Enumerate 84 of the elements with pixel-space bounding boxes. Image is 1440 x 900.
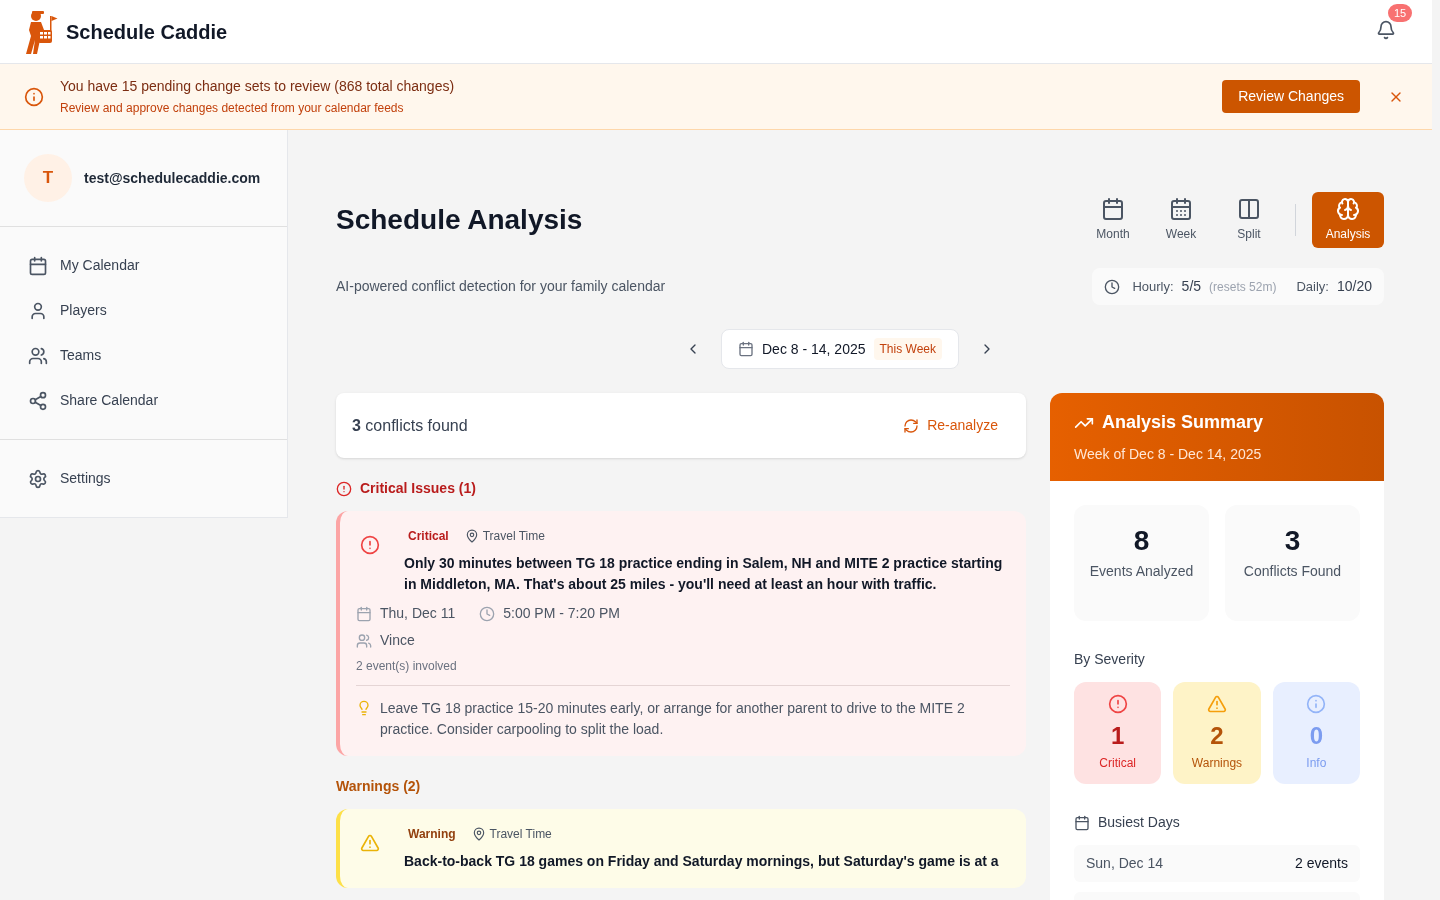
warning-icon (1207, 694, 1227, 714)
severity-icon (360, 535, 380, 555)
severity-name: Info (1306, 755, 1327, 772)
severity-heading: By Severity (1074, 650, 1146, 669)
severity-count: 2 (1210, 721, 1224, 751)
refresh-icon (903, 417, 920, 434)
info-icon (24, 86, 44, 107)
severity-label: Critical (408, 528, 449, 545)
conflict-type: Travel Time (489, 826, 552, 843)
severity-name: Critical (1099, 755, 1136, 772)
week-picker[interactable]: Dec 8 - 14, 2025 This Week (721, 329, 959, 369)
severity-icon (360, 833, 380, 853)
user-email: test@schedulecaddie.com (84, 168, 261, 188)
events-involved: 2 event(s) involved (356, 658, 458, 675)
conflict-message: Back-to-back TG 18 games on Friday and Saturday mornings, but Saturday's game is at a (404, 852, 999, 871)
week-range: Dec 8 - 14, 2025 (762, 339, 866, 359)
calendar-icon (1074, 814, 1090, 831)
day-name: Sun, Dec 14 (1086, 854, 1164, 873)
summary-title: Analysis Summary (1102, 411, 1264, 434)
sidebar-item[interactable]: Settings (28, 456, 259, 501)
hourly-label: Hourly: (1132, 277, 1174, 296)
critical-icon (1107, 694, 1128, 714)
stat-value: 8 (1133, 525, 1150, 557)
info-icon (1306, 694, 1327, 714)
split-icon (1237, 197, 1261, 221)
group-heading: Warnings (2) (336, 777, 421, 796)
bell-icon (1376, 20, 1396, 40)
view-tab[interactable]: Week (1151, 192, 1211, 248)
stat-label: Events Analyzed (1089, 562, 1194, 581)
calendar-icon (738, 341, 754, 357)
view-tab[interactable]: Split (1219, 192, 1279, 248)
share-icon (28, 390, 48, 411)
player-icon (28, 300, 48, 321)
group-heading: Critical Issues (1) (360, 479, 476, 498)
sidebar-item[interactable]: Players (28, 288, 259, 333)
notification-count: 15 (1388, 4, 1413, 22)
reset-note: (resets 52m) (1209, 278, 1277, 296)
review-changes-button[interactable]: Review Changes (1222, 80, 1360, 113)
calendar-icon (356, 605, 372, 622)
this-week-tag: This Week (873, 338, 942, 360)
people-icon (356, 632, 372, 649)
settings-icon (28, 468, 48, 489)
severity-name: Warnings (1191, 755, 1243, 772)
calendar-icon (28, 255, 48, 276)
busiest-days-heading: Busiest Days (1098, 813, 1180, 832)
severity-count: 0 (1309, 721, 1323, 751)
conflict-people: Vince (380, 631, 415, 650)
alert-icon (336, 480, 352, 497)
banner-subtitle: Review and approve changes detected from your calendar feeds (60, 100, 405, 117)
conflict-date: Thu, Dec 11 (380, 604, 456, 623)
map-pin-icon (464, 529, 479, 543)
severity-count: 1 (1111, 721, 1125, 751)
conflicts-count: 3 conflicts found (352, 415, 468, 436)
stat-value: 3 (1284, 525, 1301, 557)
page-title: Schedule Analysis (336, 203, 583, 237)
map-pin-icon (471, 827, 486, 841)
banner-title: You have 15 pending change sets to review (868 total changes) (60, 77, 456, 96)
page-subtitle: AI-powered conflict detection for your family calendar (336, 277, 666, 296)
severity-label: Warning (408, 826, 456, 843)
app-name: Schedule Caddie (66, 19, 228, 45)
analysis-icon (1336, 197, 1360, 221)
sidebar-item[interactable]: My Calendar (28, 243, 259, 288)
month-icon (1101, 197, 1125, 221)
lightbulb-icon (356, 700, 372, 716)
daily-label: Daily: (1296, 277, 1329, 296)
sidebar-item[interactable]: Teams (28, 333, 259, 378)
view-tab[interactable]: Month (1083, 192, 1143, 248)
conflict-time: 5:00 PM - 7:20 PM (503, 604, 620, 623)
re-analyze-button[interactable]: Re-analyze (891, 409, 1010, 442)
day-event-count: 2 events (1295, 854, 1348, 873)
conflict-message: Only 30 minutes between TG 18 practice ending in Salem, NH and MITE 2 practice starting in Middleton, MA. That's about 25 miles - you'll need at least an hour with traffic. (404, 554, 1004, 594)
summary-subtitle: Week of Dec 8 - Dec 14, 2025 (1074, 445, 1263, 464)
week-icon (1169, 197, 1193, 221)
user-avatar: T (24, 154, 72, 202)
conflict-type: Travel Time (482, 528, 545, 545)
daily-value: 10/20 (1336, 277, 1372, 296)
clock-icon (479, 605, 496, 622)
sidebar-item[interactable]: Share Calendar (28, 378, 259, 423)
suggestion-text: Leave TG 18 practice 15-20 minutes early, or arrange for another parent to drive to the MITE 2 practice. Consider carpooling to split the load. (380, 699, 966, 739)
view-tab[interactable]: Analysis (1312, 192, 1384, 248)
clock-icon (1104, 278, 1121, 295)
hourly-value: 5/5 (1181, 277, 1202, 296)
stat-label: Conflicts Found (1243, 562, 1342, 581)
team-icon (28, 345, 48, 366)
